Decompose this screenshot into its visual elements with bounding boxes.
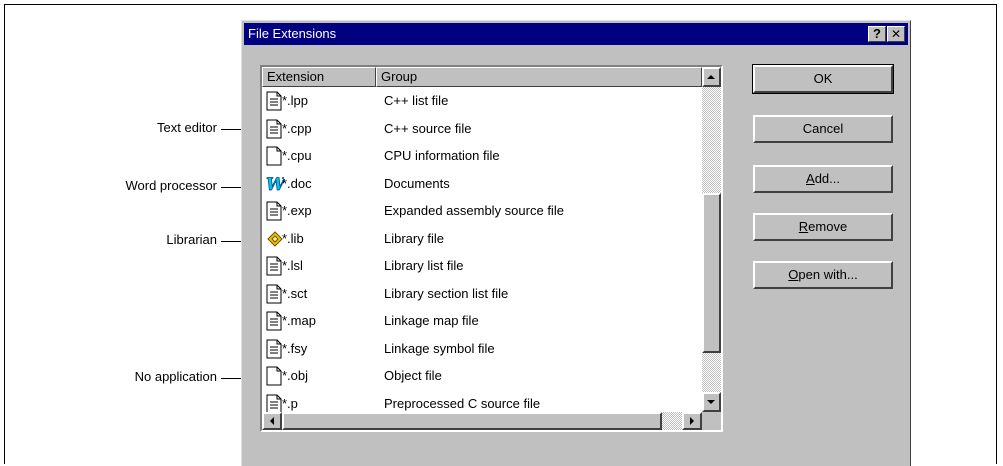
extension-cell: *.cpu [282,148,312,163]
horizontal-scrollbar[interactable] [262,412,702,430]
callout-word-processor: Word processor [125,178,217,193]
group-cell: Preprocessed C source file [384,395,541,411]
text-document-icon [266,394,282,414]
list-item[interactable]: *.lib Library file [262,226,702,253]
group-cell: Library section list file [384,285,509,301]
blank-document-icon [266,366,282,386]
list-item[interactable]: W *.doc Documents [262,171,702,198]
list-item[interactable]: *.lpp C++ list file [262,88,702,115]
open-with-label: pen with... [798,267,858,282]
group-cell: Linkage symbol file [384,340,495,356]
group-cell: C++ source file [384,120,472,136]
arrow-left-icon [270,417,274,425]
scroll-right-button[interactable] [682,412,702,430]
extension-cell: *.map [282,313,316,328]
add-mnemonic: A [806,171,815,186]
text-document-icon [266,119,282,139]
extension-cell: *.p [282,395,298,411]
group-cell: Documents [384,175,450,191]
list-item[interactable]: *.obj Object file [262,363,702,390]
list-item[interactable]: *.exp Expanded assembly source file [262,198,702,225]
extension-cell: *.lpp [282,93,309,108]
arrow-down-icon [707,400,715,404]
scroll-up-button[interactable] [702,67,721,87]
help-button[interactable]: ? [868,26,886,42]
extension-cell: *.fsy [282,340,308,356]
group-cell: C++ list file [384,93,449,108]
remove-mnemonic: R [798,219,809,234]
scroll-corner [702,412,721,430]
list-item[interactable]: *.sct Library section list file [262,281,702,308]
vertical-scrollbar[interactable] [702,67,721,412]
list-item[interactable]: *.cpp C++ source file [262,116,702,143]
close-button[interactable]: ✕ [887,26,905,42]
text-document-icon [266,311,282,331]
list-item[interactable]: *.lsl Library list file [262,253,702,280]
scroll-thumb[interactable] [702,193,721,353]
callout-librarian: Librarian [166,232,217,247]
scroll-down-button[interactable] [702,392,721,412]
callout-no-application: No application [134,369,217,384]
hscroll-thumb[interactable] [282,412,662,430]
arrow-up-icon [707,75,715,79]
group-cell: Object file [384,368,442,383]
extension-cell: *.obj [282,368,309,383]
arrow-right-icon [690,417,694,425]
ok-button[interactable]: OK [752,64,894,94]
column-header-group[interactable]: Group [376,67,702,87]
text-document-icon [266,339,282,359]
dialog-title: File Extensions [248,26,337,41]
group-cell: Linkage map file [384,313,479,328]
text-document-icon [266,256,282,276]
title-bar: File Extensions ? ✕ [244,23,908,45]
add-label: dd... [814,171,840,186]
blank-document-icon [266,146,282,166]
list-item[interactable]: *.map Linkage map file [262,308,702,335]
extension-cell: *.sct [282,285,308,301]
list-item[interactable]: *.fsy Linkage symbol file [262,336,702,363]
text-document-icon [266,201,282,221]
open-with-mnemonic: O [788,267,799,282]
extension-list[interactable]: Extension Group *.lpp C++ list file *.cpp C… [260,65,723,432]
group-cell: CPU information file [384,148,500,163]
remove-label: emove [808,219,848,234]
file-extensions-dialog: File Extensions ? ✕ Extension Group *.lp… [241,20,911,466]
group-cell: Expanded assembly source file [384,203,564,218]
remove-button[interactable]: Remove [753,213,893,241]
extension-cell: *.exp [282,203,312,218]
word-processor-icon: W [266,174,288,195]
callout-text-editor: Text editor [157,120,217,135]
column-header-extension[interactable]: Extension [262,67,376,87]
extension-cell: *.doc [282,175,312,191]
extension-cell: *.cpp [282,120,312,136]
text-document-icon [266,284,282,304]
open-with-button[interactable]: Open with... [753,261,893,289]
extension-cell: *.lib [282,230,304,246]
librarian-icon [266,229,283,249]
extension-cell: *.lsl [282,258,303,273]
cancel-button[interactable]: Cancel [753,115,893,143]
group-cell: Library list file [384,258,464,273]
text-document-icon [266,91,282,111]
add-button[interactable]: Add... [753,165,893,193]
group-cell: Library file [384,230,444,246]
scroll-left-button[interactable] [262,412,282,430]
list-item[interactable]: *.cpu CPU information file [262,143,702,170]
